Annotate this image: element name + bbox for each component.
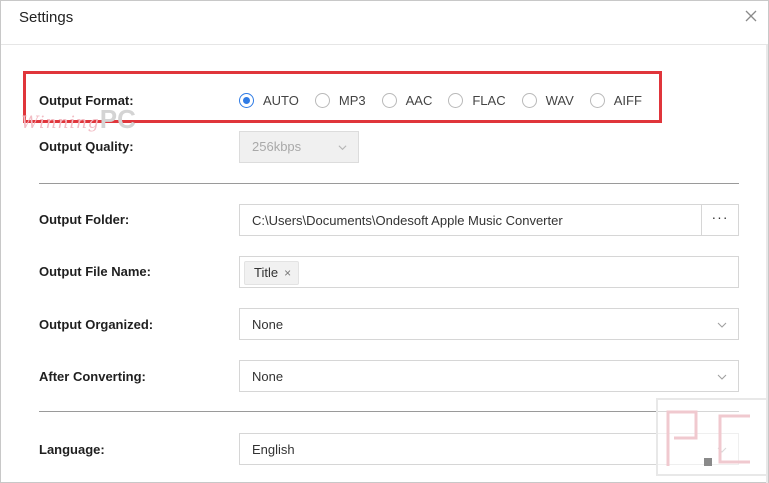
radio-aac[interactable]: AAC (381, 92, 433, 108)
section-divider (39, 411, 739, 412)
radio-circle (381, 92, 397, 108)
radio-label: MP3 (338, 92, 366, 108)
output-file-name-label: Output File Name: (39, 264, 151, 279)
title-bar: Settings (1, 1, 768, 45)
output-organized-value: None (252, 317, 284, 332)
radio-label: AIFF (613, 92, 642, 108)
close-icon[interactable] (742, 7, 760, 25)
output-organized-label: Output Organized: (39, 317, 154, 332)
radio-circle (448, 92, 464, 108)
radio-auto[interactable]: AUTO (239, 92, 299, 108)
watermark-script: Winning (21, 113, 100, 133)
tag-remove-icon[interactable]: × (284, 262, 291, 284)
radio-label: AAC (405, 92, 433, 108)
pc-logo-watermark (656, 398, 768, 476)
winningpc-watermark: WinningPC (21, 104, 136, 135)
after-converting-select[interactable]: None (239, 360, 739, 392)
watermark-pc: PC (99, 104, 136, 134)
output-organized-select[interactable]: None (239, 308, 739, 340)
radio-label: AUTO (263, 92, 299, 108)
output-quality-value: 256kbps (252, 139, 302, 154)
output-quality-label: Output Quality: (39, 139, 134, 154)
tag-label: Title (254, 265, 279, 280)
radio-aiff[interactable]: AIFF (589, 92, 642, 108)
output-folder-label: Output Folder: (39, 212, 130, 227)
output-file-name-field[interactable]: Title × (239, 256, 739, 288)
radio-mp3[interactable]: MP3 (314, 92, 366, 108)
radio-circle-checked (239, 92, 254, 108)
chevron-down-icon (717, 322, 727, 328)
language-value: English (252, 442, 295, 457)
radio-label: WAV (545, 92, 574, 108)
radio-circle (314, 92, 330, 108)
after-converting-label: After Converting: (39, 369, 146, 384)
radio-flac[interactable]: FLAC (448, 92, 506, 108)
after-converting-value: None (252, 369, 284, 384)
radio-circle (589, 92, 605, 108)
output-folder-path: C:\Users\Documents\Ondesoft Apple Music … (252, 213, 563, 228)
radio-label: FLAC (472, 92, 506, 108)
output-folder-field[interactable]: C:\Users\Documents\Ondesoft Apple Music … (239, 204, 739, 236)
title-tag: Title × (244, 261, 300, 285)
dialog-title: Settings (19, 9, 74, 26)
chevron-down-icon (338, 145, 347, 151)
output-quality-select: 256kbps (239, 131, 359, 163)
chevron-down-icon (717, 374, 727, 380)
browse-button[interactable]: ··· (701, 205, 738, 235)
section-divider (39, 183, 739, 184)
radio-wav[interactable]: WAV (521, 92, 574, 108)
language-label: Language: (39, 442, 105, 457)
output-format-radio-group: AUTO MP3 AAC FLAC WAV AIFF (239, 90, 658, 110)
radio-circle (521, 92, 537, 108)
settings-dialog: Settings Output Format: AUTO MP3 AAC FLA… (0, 0, 769, 483)
